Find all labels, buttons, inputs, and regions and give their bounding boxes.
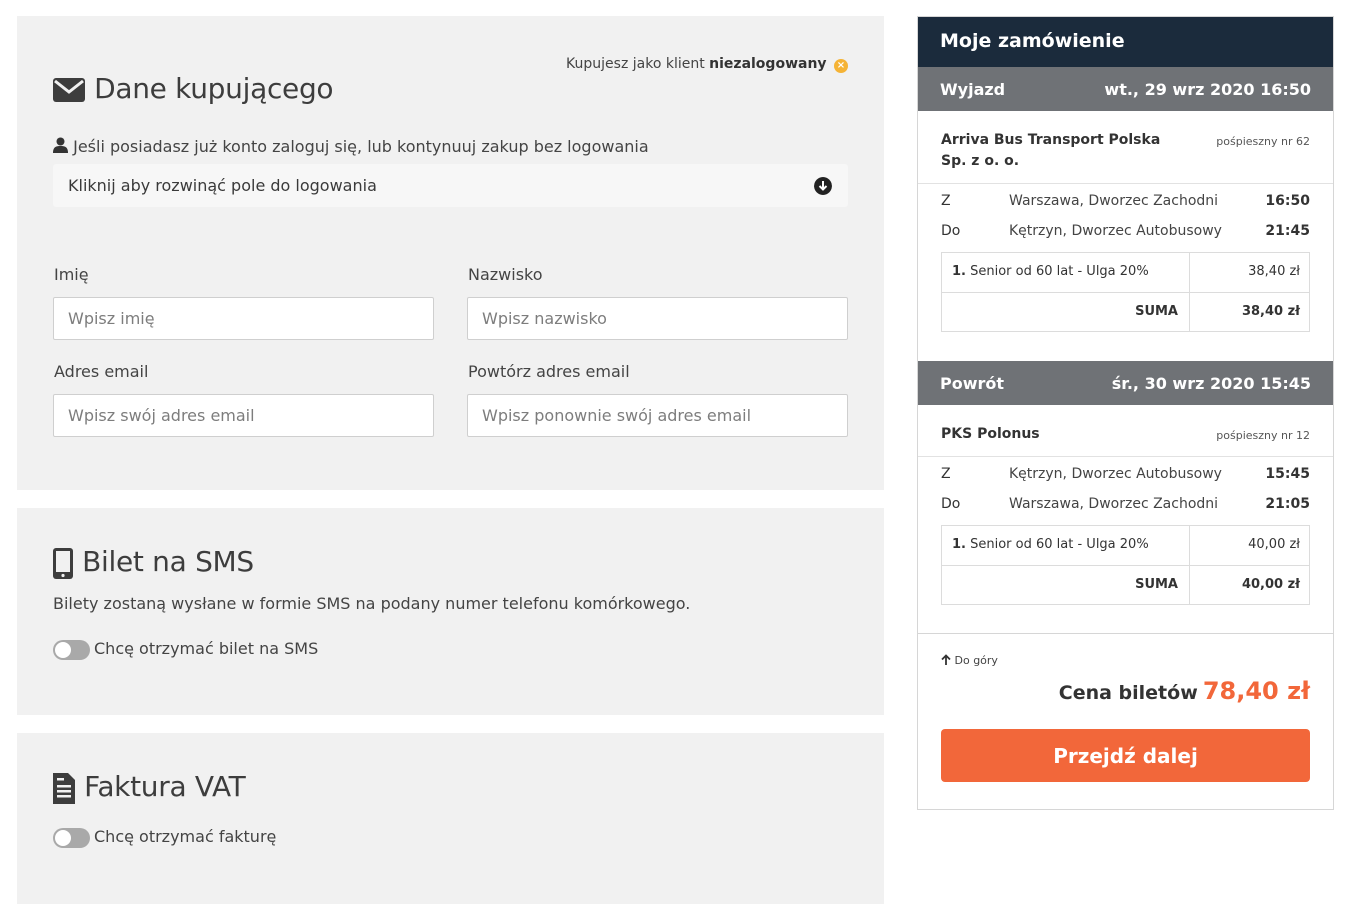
return-carrier: PKS Polonus bbox=[941, 424, 1040, 445]
envelope-icon bbox=[53, 77, 85, 102]
ticket-number: 1. bbox=[952, 264, 966, 279]
outbound-bar: Wyjazd wt., 29 wrz 2020 16:50 bbox=[918, 67, 1333, 111]
vat-toggle-label[interactable]: Chcę otrzymać fakturę bbox=[94, 827, 276, 846]
invoice-document-icon bbox=[53, 773, 75, 804]
return-date: śr., 30 wrz 2020 15:45 bbox=[1111, 374, 1311, 393]
outbound-ticket: 1. Senior od 60 lat - Ulga 20% bbox=[952, 264, 1149, 279]
ticket-number: 1. bbox=[952, 537, 966, 552]
outbound-carrier-line2: Sp. z o. o. bbox=[941, 153, 1020, 169]
toggle-knob bbox=[55, 642, 71, 658]
outbound-to-time: 21:45 bbox=[1265, 223, 1310, 239]
email-repeat-label: Powtórz adres email bbox=[468, 362, 630, 381]
return-to-stop: Warszawa, Dworzec Zachodni bbox=[1009, 496, 1219, 512]
divider bbox=[918, 183, 1333, 184]
divider bbox=[918, 456, 1333, 457]
return-bar: Powrót śr., 30 wrz 2020 15:45 bbox=[918, 361, 1333, 405]
outbound-ticket-price: 38,40 zł bbox=[1248, 264, 1300, 279]
return-to-label: Do bbox=[941, 496, 961, 512]
outbound-from-stop: Warszawa, Dworzec Zachodni bbox=[1009, 193, 1219, 209]
sms-toggle[interactable] bbox=[53, 640, 90, 660]
outbound-sum-value: 38,40 zł bbox=[1241, 304, 1300, 319]
table-divider bbox=[942, 565, 1309, 566]
login-expander-label: Kliknij aby rozwinąć pole do logowania bbox=[68, 176, 377, 195]
return-from-stop: Kętrzyn, Dworzec Autobusowy bbox=[1009, 466, 1222, 482]
outbound-to-stop: Kętrzyn, Dworzec Autobusowy bbox=[1009, 223, 1222, 239]
close-icon[interactable]: × bbox=[834, 59, 848, 73]
last-name-label: Nazwisko bbox=[468, 265, 543, 284]
divider bbox=[918, 633, 1333, 634]
to-top-link[interactable]: Do góry bbox=[941, 654, 998, 667]
last-name-input[interactable] bbox=[467, 297, 848, 340]
arrow-up-icon bbox=[941, 654, 951, 665]
outbound-route-no: pośpieszny nr 62 bbox=[1216, 135, 1310, 148]
first-name-label: Imię bbox=[54, 265, 89, 284]
return-price-table: 1. Senior od 60 lat - Ulga 20% 40,00 zł … bbox=[941, 525, 1310, 605]
email-input[interactable] bbox=[53, 394, 434, 437]
login-expander[interactable]: Kliknij aby rozwinąć pole do logowania bbox=[53, 164, 848, 207]
table-divider bbox=[942, 292, 1309, 293]
ticket-description: Senior od 60 lat - Ulga 20% bbox=[970, 264, 1149, 279]
sms-toggle-label[interactable]: Chcę otrzymać bilet na SMS bbox=[94, 639, 318, 658]
toggle-knob bbox=[55, 830, 71, 846]
order-summary: Moje zamówienie Wyjazd wt., 29 wrz 2020 … bbox=[917, 16, 1334, 810]
return-from-time: 15:45 bbox=[1265, 466, 1310, 482]
vat-title: Faktura VAT bbox=[84, 770, 246, 803]
vat-panel: Faktura VAT Chcę otrzymać fakturę bbox=[17, 733, 884, 904]
buyer-panel: Dane kupującego Kupujesz jako klient nie… bbox=[17, 16, 884, 490]
outbound-from-time: 16:50 bbox=[1265, 193, 1310, 209]
total-label: Cena biletów bbox=[1058, 682, 1198, 704]
return-route-no: pośpieszny nr 12 bbox=[1216, 429, 1310, 442]
email-label: Adres email bbox=[54, 362, 149, 381]
outbound-date: wt., 29 wrz 2020 16:50 bbox=[1104, 80, 1311, 99]
outbound-carrier: Arriva Bus Transport Polska Sp. z o. o. bbox=[941, 130, 1160, 172]
outbound-price-table: 1. Senior od 60 lat - Ulga 20% 38,40 zł … bbox=[941, 252, 1310, 332]
sms-heading: Bilet na SMS bbox=[53, 545, 254, 579]
to-top-label: Do góry bbox=[954, 654, 998, 667]
email-repeat-input[interactable] bbox=[467, 394, 848, 437]
outbound-to-label: Do bbox=[941, 223, 961, 239]
vat-toggle[interactable] bbox=[53, 828, 90, 848]
buyer-heading: Dane kupującego bbox=[53, 72, 334, 105]
user-icon bbox=[53, 137, 68, 153]
account-note-text: Jeśli posiadasz już konto zaloguj się, l… bbox=[73, 137, 649, 156]
outbound-carrier-line1: Arriva Bus Transport Polska bbox=[941, 132, 1161, 148]
return-label: Powrót bbox=[940, 374, 1005, 393]
total-value: 78,40 zł bbox=[1202, 677, 1310, 705]
outbound-from-label: Z bbox=[941, 193, 951, 209]
guest-prefix: Kupujesz jako klient bbox=[566, 56, 705, 72]
page-title: Dane kupującego bbox=[94, 72, 334, 105]
sms-panel: Bilet na SMS Bilety zostaną wysłane w fo… bbox=[17, 508, 884, 715]
outbound-label: Wyjazd bbox=[940, 80, 1006, 99]
sms-description: Bilety zostaną wysłane w formie SMS na p… bbox=[53, 594, 691, 613]
return-from-label: Z bbox=[941, 466, 951, 482]
order-title: Moje zamówienie bbox=[940, 30, 1125, 52]
return-to-time: 21:05 bbox=[1265, 496, 1310, 512]
outbound-sum-label: SUMA bbox=[1135, 304, 1178, 319]
vat-heading: Faktura VAT bbox=[53, 770, 246, 804]
guest-status: Kupujesz jako klient niezalogowany × bbox=[566, 56, 848, 73]
return-carrier-line1: PKS Polonus bbox=[941, 426, 1040, 442]
total-price: Cena biletów 78,40 zł bbox=[1059, 677, 1310, 705]
return-ticket: 1. Senior od 60 lat - Ulga 20% bbox=[952, 537, 1149, 552]
mobile-phone-icon bbox=[53, 548, 73, 579]
return-sum-label: SUMA bbox=[1135, 577, 1178, 592]
return-ticket-price: 40,00 zł bbox=[1248, 537, 1300, 552]
order-header: Moje zamówienie bbox=[918, 17, 1333, 67]
sms-title: Bilet na SMS bbox=[82, 545, 254, 578]
arrow-down-circle-icon bbox=[814, 177, 832, 195]
ticket-description: Senior od 60 lat - Ulga 20% bbox=[970, 537, 1149, 552]
return-sum-value: 40,00 zł bbox=[1241, 577, 1300, 592]
guest-status-value: niezalogowany bbox=[709, 56, 827, 72]
first-name-input[interactable] bbox=[53, 297, 434, 340]
account-note: Jeśli posiadasz już konto zaloguj się, l… bbox=[53, 137, 649, 156]
continue-button[interactable]: Przejdź dalej bbox=[941, 729, 1310, 782]
